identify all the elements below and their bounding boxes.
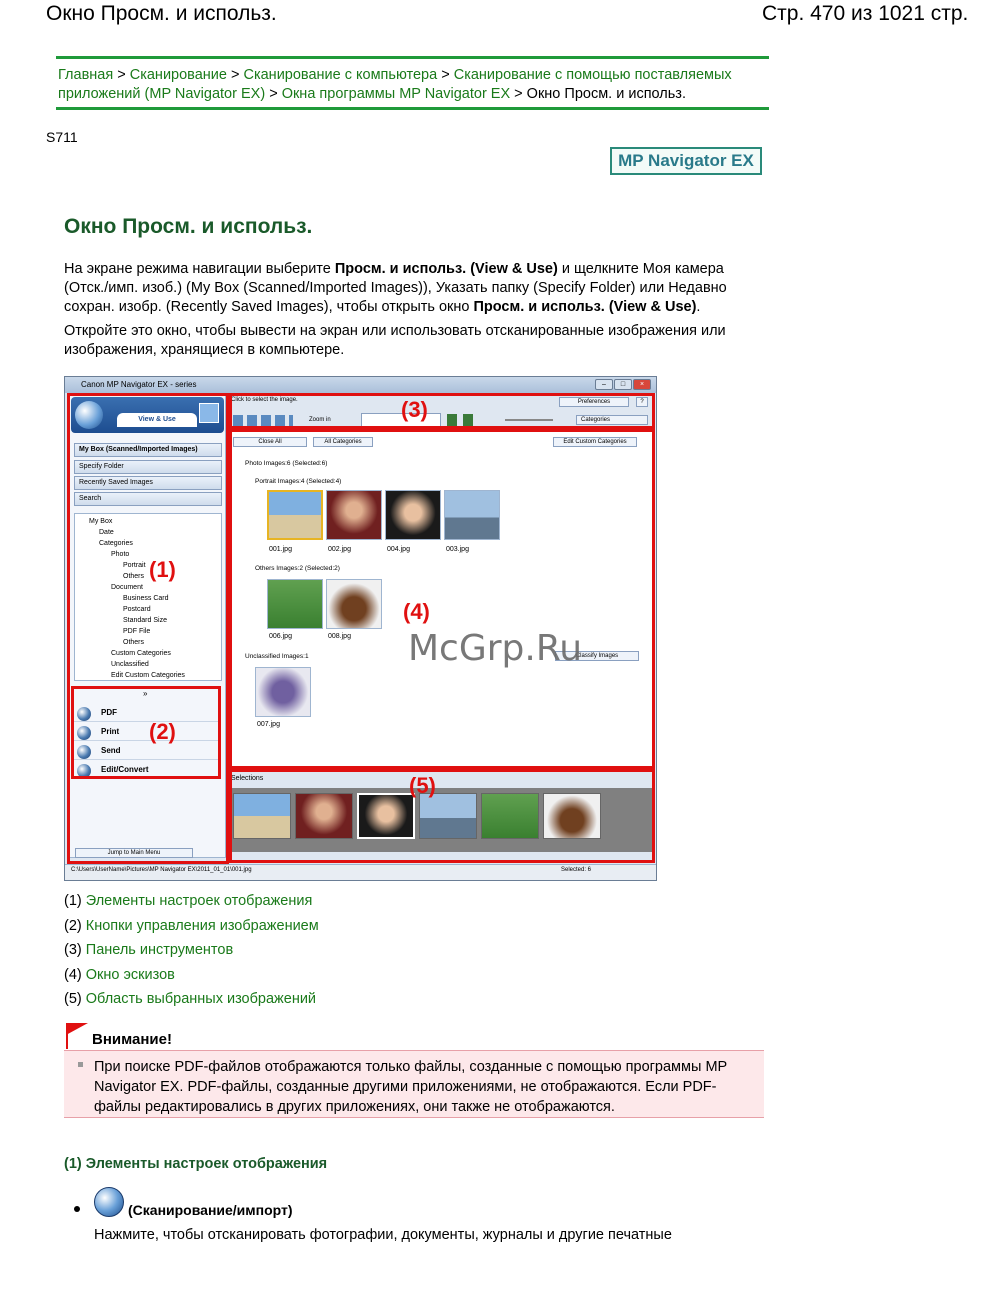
legend-item-1: (1) Элементы настроек отображения — [64, 893, 313, 909]
scan-import-label: (Сканирование/импорт) — [128, 1202, 293, 1218]
legend-link-5[interactable]: Область выбранных изображений — [86, 991, 316, 1007]
legend-link-2[interactable]: Кнопки управления изображением — [86, 918, 319, 934]
status-path: C:\Users\UserName\Pictures\MP Navigator … — [71, 867, 252, 873]
callout-label-4: (4) — [403, 599, 430, 624]
warning-bullet — [78, 1062, 83, 1067]
legend-link-1[interactable]: Элементы настроек отображения — [86, 893, 313, 909]
mp-navigator-logo: MP Navigator EX — [610, 147, 762, 175]
watermark: McGrp.Ru — [408, 628, 583, 669]
bullet-dot — [74, 1206, 80, 1212]
breadcrumb-scan-apps-link-cont[interactable]: приложений (MP Navigator EX) — [58, 86, 265, 102]
maximize-icon[interactable]: □ — [614, 379, 632, 390]
legend-link-4[interactable]: Окно эскизов — [86, 967, 175, 983]
close-icon[interactable]: × — [633, 379, 651, 390]
callout-label-5: (5) — [409, 773, 436, 798]
window-titlebar: Canon MP Navigator EX - series — [65, 377, 656, 393]
status-selected: Selected: 6 — [561, 867, 592, 873]
scan-import-icon[interactable] — [94, 1187, 124, 1217]
breadcrumb-home-link[interactable]: Главная — [58, 67, 113, 83]
legend-item-2: (2) Кнопки управления изображением — [64, 918, 319, 934]
breadcrumb-scan-link[interactable]: Сканирование — [130, 67, 227, 83]
breadcrumb-scan-apps-link[interactable]: Сканирование с помощью поставляемых — [454, 67, 732, 83]
breadcrumb-scan-pc-link[interactable]: Сканирование с компьютера — [243, 67, 437, 83]
breadcrumb-windows-link[interactable]: Окна программы MP Navigator EX — [282, 86, 510, 102]
page-title: Окно Просм. и использ. — [64, 215, 313, 238]
callout-box-2 — [71, 686, 221, 779]
breadcrumb: Главная > Сканирование > Сканирование с … — [58, 67, 732, 102]
callout-box-5 — [229, 769, 655, 863]
intro-paragraph-2: Откройте это окно, чтобы вывести на экра… — [64, 323, 726, 358]
callout-box-1 — [67, 393, 229, 864]
callout-label-1: (1) — [149, 557, 176, 582]
breadcrumb-top-rule — [56, 56, 769, 59]
legend-item-5: (5) Область выбранных изображений — [64, 991, 317, 1007]
callout-label-2: (2) — [149, 719, 176, 744]
warning-text: При поиске PDF-файлов отображаются тольк… — [94, 1059, 728, 1115]
breadcrumb-current: Окно Просм. и использ. — [526, 86, 686, 102]
warning-title: Внимание! — [92, 1031, 172, 1048]
callout-box-4 — [229, 429, 655, 769]
section-1-heading: (1) Элементы настроек отображения — [64, 1156, 328, 1172]
legend-link-3[interactable]: Панель инструментов — [86, 942, 233, 958]
breadcrumb-bottom-rule — [56, 107, 769, 110]
scan-import-desc: Нажмите, чтобы отсканировать фотографии,… — [94, 1227, 672, 1243]
callout-label-3: (3) — [401, 397, 428, 422]
intro-paragraph: На экране режима навигации выберите Прос… — [64, 261, 727, 315]
page-header-title: Окно Просм. и использ. — [46, 2, 277, 25]
warning-flag-pole — [66, 1023, 68, 1049]
legend-item-3: (3) Панель инструментов — [64, 942, 234, 958]
minimize-icon[interactable]: – — [595, 379, 613, 390]
doc-code: S711 — [46, 129, 78, 145]
callout-box-3 — [229, 393, 655, 429]
page-counter: Стр. 470 из 1021 стр. — [762, 2, 969, 25]
legend-item-4: (4) Окно эскизов — [64, 967, 175, 983]
warning-flag-icon — [66, 1023, 88, 1035]
